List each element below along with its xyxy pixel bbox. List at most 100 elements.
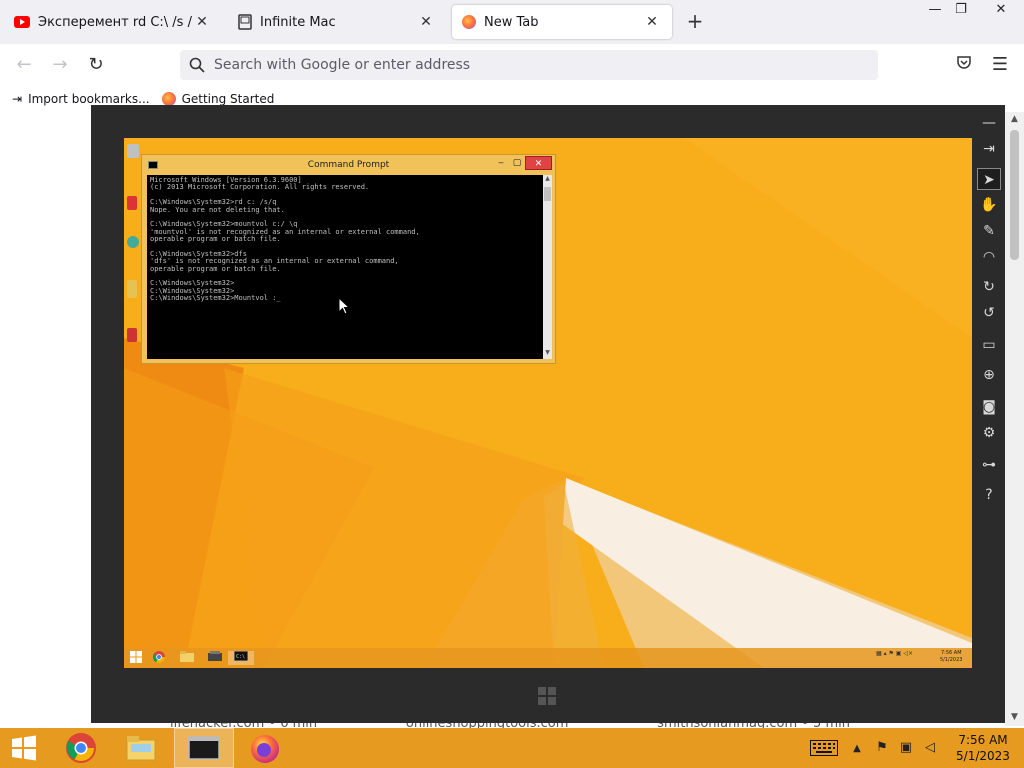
scroll-down-arrow-icon[interactable]: ▼: [1005, 712, 1024, 722]
desktop-app-icon[interactable]: [127, 328, 137, 342]
network-icon[interactable]: ▣: [898, 740, 914, 756]
window-close-button[interactable]: ✕: [984, 0, 1018, 22]
cmd-icon: [188, 736, 220, 760]
back-button[interactable]: ←: [11, 52, 37, 78]
globe-icon[interactable]: ⊕: [977, 364, 1001, 386]
cmd-scroll-thumb[interactable]: [544, 187, 551, 201]
cmd-output[interactable]: Microsoft Windows [Version 6.3.9600] (c) …: [147, 175, 543, 359]
tab-close-button[interactable]: ✕: [416, 14, 436, 30]
recycle-bin-icon[interactable]: [127, 144, 139, 158]
pocket-button[interactable]: [951, 52, 977, 78]
guest-taskbar: C:\ ▦ ▴ ⚑ ▣ ◁× 7:56 AM 5/1/2023: [124, 648, 972, 668]
guest-cmd-button[interactable]: C:\: [228, 650, 254, 665]
settings-icon[interactable]: ⚙: [977, 422, 1001, 444]
tab-youtube[interactable]: Эксперемент rd C:\ /s /q + mo ✕: [4, 5, 222, 39]
network-icon[interactable]: ⊶: [977, 454, 1001, 476]
url-input[interactable]: [214, 57, 814, 73]
camera-icon[interactable]: ◙: [977, 396, 1001, 418]
host-firefox-button[interactable]: [236, 728, 294, 768]
touch-keyboard-icon[interactable]: [806, 728, 842, 768]
pointer-icon[interactable]: ➤: [977, 168, 1001, 190]
scroll-up-arrow-icon[interactable]: ▲: [1005, 114, 1024, 124]
bookmark-label: Getting Started: [181, 92, 275, 106]
tab-new-tab[interactable]: New Tab ✕: [452, 5, 672, 39]
cmd-scrollbar[interactable]: ▲ ▼: [543, 175, 552, 359]
folder-icon[interactable]: [127, 280, 137, 298]
guest-system-tray[interactable]: ▦ ▴ ⚑ ▣ ◁×: [876, 650, 913, 657]
host-cmd-button[interactable]: [174, 728, 234, 768]
rotate-right-icon[interactable]: ↻: [977, 276, 1001, 298]
search-icon: [189, 57, 205, 73]
tab-close-button[interactable]: ✕: [642, 14, 662, 30]
rotate-left-icon[interactable]: ↺: [977, 302, 1001, 324]
volume-muted-icon[interactable]: ◁: [922, 740, 938, 756]
cmd-line: operable program or batch file.: [150, 235, 281, 244]
mac-icon: [238, 14, 252, 30]
browser-tab-strip: Эксперемент rd C:\ /s /q + mo ✕ Infinite…: [0, 0, 1024, 44]
scroll-down-arrow-icon[interactable]: ▼: [543, 349, 552, 356]
navigation-bar: ← → ↻ ☰: [0, 44, 1024, 86]
tab-close-button[interactable]: ✕: [192, 14, 212, 30]
scroll-thumb[interactable]: [1010, 130, 1019, 260]
guest-start-button[interactable]: [127, 651, 145, 665]
cmd-line: Nope. You are not deleting that.: [150, 205, 285, 214]
window-restore-button[interactable]: ❐: [944, 0, 978, 22]
cmd-maximize-button[interactable]: ▢: [510, 156, 524, 170]
pocket-icon: [957, 56, 971, 69]
page-scrollbar[interactable]: ▲ ▼: [1005, 112, 1024, 726]
svg-text:C:\: C:\: [236, 654, 245, 660]
cmd-close-button[interactable]: ✕: [525, 156, 552, 170]
firefox-icon: [251, 735, 279, 763]
headphones-icon[interactable]: ◠: [977, 246, 1001, 268]
help-icon[interactable]: ?: [977, 484, 1001, 506]
cmd-title-bar[interactable]: Command Prompt ‒ ▢ ✕: [142, 155, 555, 175]
guest-explorer-button[interactable]: [178, 651, 196, 665]
tab-infinite-mac[interactable]: Infinite Mac ✕: [228, 5, 446, 39]
command-prompt-window[interactable]: Command Prompt ‒ ▢ ✕ Microsoft Windows […: [141, 154, 556, 364]
host-explorer-button[interactable]: [112, 728, 170, 768]
address-bar[interactable]: [180, 50, 878, 80]
windows-logo-icon: [130, 651, 142, 663]
windows-logo-icon: [12, 735, 36, 761]
cmd-icon: C:\: [233, 650, 249, 662]
windows-logo-icon[interactable]: [536, 685, 558, 707]
minimize-icon[interactable]: —: [977, 112, 1001, 134]
reload-button[interactable]: ↻: [83, 52, 109, 78]
emulator-toolbar: — ⇥ ➤ ✋ ✎ ◠ ↻ ↺ ▭ ⊕ ◙ ⚙ ⊶?: [977, 112, 1001, 512]
forward-button[interactable]: →: [47, 52, 73, 78]
guest-chrome-button[interactable]: [150, 651, 168, 665]
show-hidden-icons-icon[interactable]: ▲: [848, 728, 866, 768]
action-center-flag-icon[interactable]: ⚑: [874, 740, 890, 756]
firefox-icon: [462, 15, 476, 29]
hand-icon[interactable]: ✋: [977, 194, 1001, 216]
guest-clock[interactable]: 7:56 AM 5/1/2023: [940, 650, 962, 664]
drive-icon: [208, 651, 222, 661]
guest-clock-time: 7:56 AM: [940, 650, 962, 656]
app-menu-button[interactable]: ☰: [987, 52, 1013, 78]
cmd-line: operable program or batch file.: [150, 264, 281, 273]
import-icon: ⇥: [12, 92, 23, 106]
host-clock-time: 7:56 AM: [958, 733, 1008, 747]
tools-icon[interactable]: ✎: [977, 220, 1001, 242]
keyboard-icon: [810, 740, 838, 756]
mouse-cursor-icon: [338, 297, 350, 315]
bookmark-import[interactable]: ⇥ Import bookmarks...: [12, 92, 150, 106]
chrome-icon[interactable]: [127, 236, 139, 248]
guest-app-button[interactable]: [206, 651, 224, 665]
folder-icon: [180, 651, 194, 662]
firefox-icon: [161, 92, 176, 106]
host-clock[interactable]: 7:56 AM 5/1/2023: [948, 732, 1018, 764]
scroll-up-arrow-icon[interactable]: ▲: [543, 175, 552, 182]
desktop-app-icon[interactable]: [127, 196, 137, 210]
host-start-button[interactable]: [0, 728, 48, 768]
chrome-icon: [66, 733, 96, 763]
cmd-line: (c) 2013 Microsoft Corporation. All righ…: [150, 183, 370, 192]
display-icon[interactable]: ▭: [977, 334, 1001, 356]
pin-icon[interactable]: ⇥: [977, 138, 1001, 160]
host-chrome-button[interactable]: [52, 728, 110, 768]
bookmark-getting-started[interactable]: Getting Started: [161, 92, 275, 106]
bookmark-label: Import bookmarks...: [28, 92, 150, 106]
cmd-minimize-button[interactable]: ‒: [494, 156, 508, 170]
new-tab-button[interactable]: +: [683, 10, 707, 34]
host-clock-date: 5/1/2023: [956, 749, 1010, 763]
